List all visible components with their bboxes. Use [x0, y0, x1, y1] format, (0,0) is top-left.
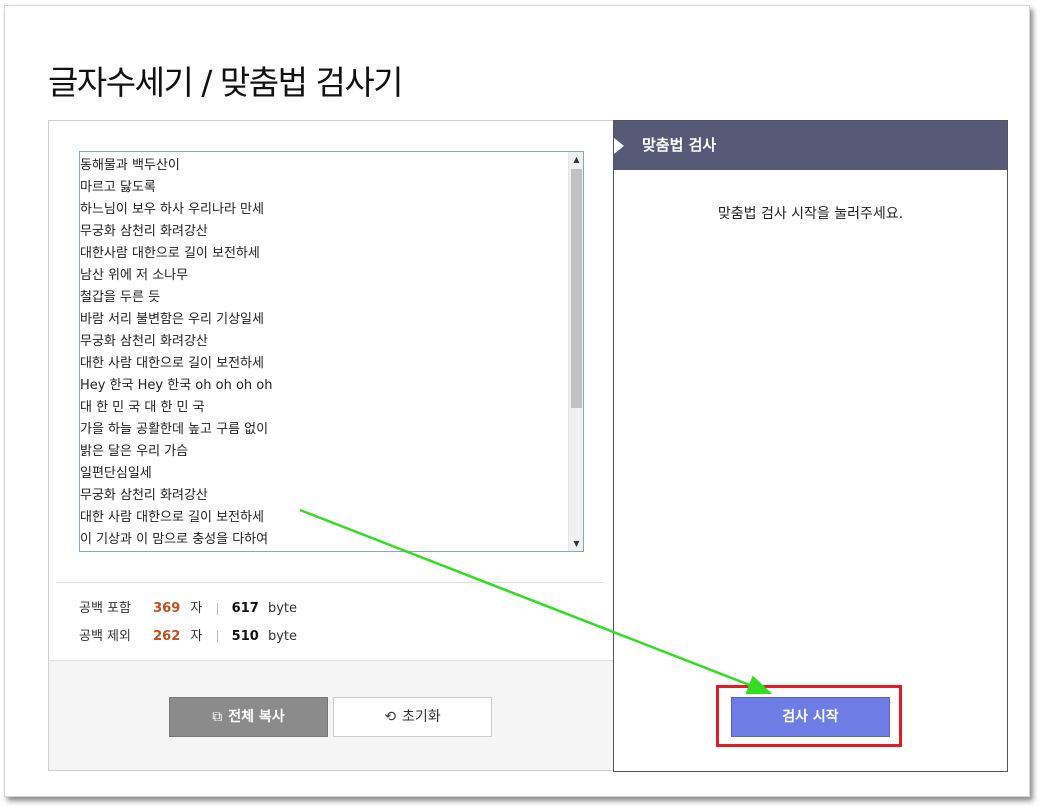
text-editor[interactable]: 동해물과 백두산이마르고 닳도록하느님이 보우 하사 우리나라 만세무궁화 삼천… [79, 151, 584, 552]
copy-icon: ⧉ [212, 709, 223, 725]
text-input-panel: 동해물과 백두산이마르고 닳도록하느님이 보우 하사 우리나라 만세무궁화 삼천… [48, 120, 613, 771]
spellcheck-header: 맞춤법 검사 [614, 121, 1007, 170]
scrollbar-thumb[interactable] [571, 169, 582, 408]
char-unit: 자 [190, 601, 203, 616]
editor-line: 밝은 달은 우리 가슴 [80, 444, 189, 459]
refresh-icon: ⟲ [384, 709, 397, 725]
stats-with-spaces: 공백 포함 369 자 617 byte [79, 595, 297, 623]
editor-line: 대한 사람 대한으로 길이 보전하세 [80, 510, 264, 525]
editor-scrollbar[interactable]: ▲ ▼ [568, 152, 583, 551]
reset-label: 초기화 [402, 709, 441, 725]
editor-line: 마르고 닳도록 [80, 180, 156, 195]
editor-line: 하느님이 보우 하사 우리나라 만세 [80, 202, 264, 217]
editor-line: 대한사람 대한으로 길이 보전하세 [80, 246, 260, 261]
byte-count-without-spaces: 510 [231, 629, 259, 644]
editor-line: Hey 한국 Hey 한국 oh oh oh oh [80, 378, 273, 393]
byte-unit: byte [267, 601, 297, 616]
scroll-up-arrow-icon[interactable]: ▲ [569, 152, 583, 167]
stat-label: 공백 포함 [79, 601, 131, 616]
stat-label: 공백 제외 [79, 629, 131, 644]
copy-all-label: 전체 복사 [228, 709, 285, 725]
editor-line: 바람 서리 불변함은 우리 기상일세 [80, 312, 264, 327]
reset-button[interactable]: ⟲ 초기화 [333, 697, 492, 737]
stats-without-spaces: 공백 제외 262 자 510 byte [79, 623, 297, 651]
char-unit: 자 [190, 629, 203, 644]
action-bar: ⧉ 전체 복사 ⟲ 초기화 [49, 660, 613, 770]
editor-content[interactable]: 동해물과 백두산이마르고 닳도록하느님이 보우 하사 우리나라 만세무궁화 삼천… [80, 155, 567, 551]
byte-count-with-spaces: 617 [231, 601, 259, 616]
header-notch [614, 138, 624, 154]
annotation-highlight-box [716, 685, 902, 747]
page-title: 글자수세기 / 맞춤법 검사기 [48, 63, 404, 103]
spellcheck-panel: 맞춤법 검사 맞춤법 검사 시작을 눌러주세요. [613, 120, 1008, 772]
divider [57, 582, 605, 583]
editor-line: 철갑을 두른 듯 [80, 290, 161, 305]
char-count-with-spaces: 369 [153, 601, 181, 616]
spellcheck-message: 맞춤법 검사 시작을 눌러주세요. [717, 206, 904, 222]
separator [216, 602, 218, 615]
editor-line: 무궁화 삼천리 화려강산 [80, 488, 208, 503]
char-count-without-spaces: 262 [153, 629, 181, 644]
separator [216, 630, 218, 643]
character-stats: 공백 포함 369 자 617 byte 공백 제외 262 자 510 byt… [79, 595, 297, 651]
editor-line: 이 기상과 이 맘으로 충성을 다하여 [80, 532, 269, 547]
scroll-down-arrow-icon[interactable]: ▼ [569, 536, 583, 551]
editor-line: 무궁화 삼천리 화려강산 [80, 334, 208, 349]
editor-line: 동해물과 백두산이 [80, 158, 180, 173]
editor-line: 대 한 민 국 대 한 민 국 [80, 400, 205, 415]
editor-line: 무궁화 삼천리 화려강산 [80, 224, 208, 239]
copy-all-button[interactable]: ⧉ 전체 복사 [169, 697, 328, 737]
byte-unit: byte [267, 629, 297, 644]
editor-line: 일편단심일세 [80, 466, 152, 481]
editor-line: 남산 위에 저 소나무 [80, 268, 189, 283]
editor-line: 대한 사람 대한으로 길이 보전하세 [80, 356, 264, 371]
editor-line: 가을 하늘 공활한데 높고 구름 없이 [80, 422, 269, 437]
spellcheck-title: 맞춤법 검사 [642, 136, 717, 154]
